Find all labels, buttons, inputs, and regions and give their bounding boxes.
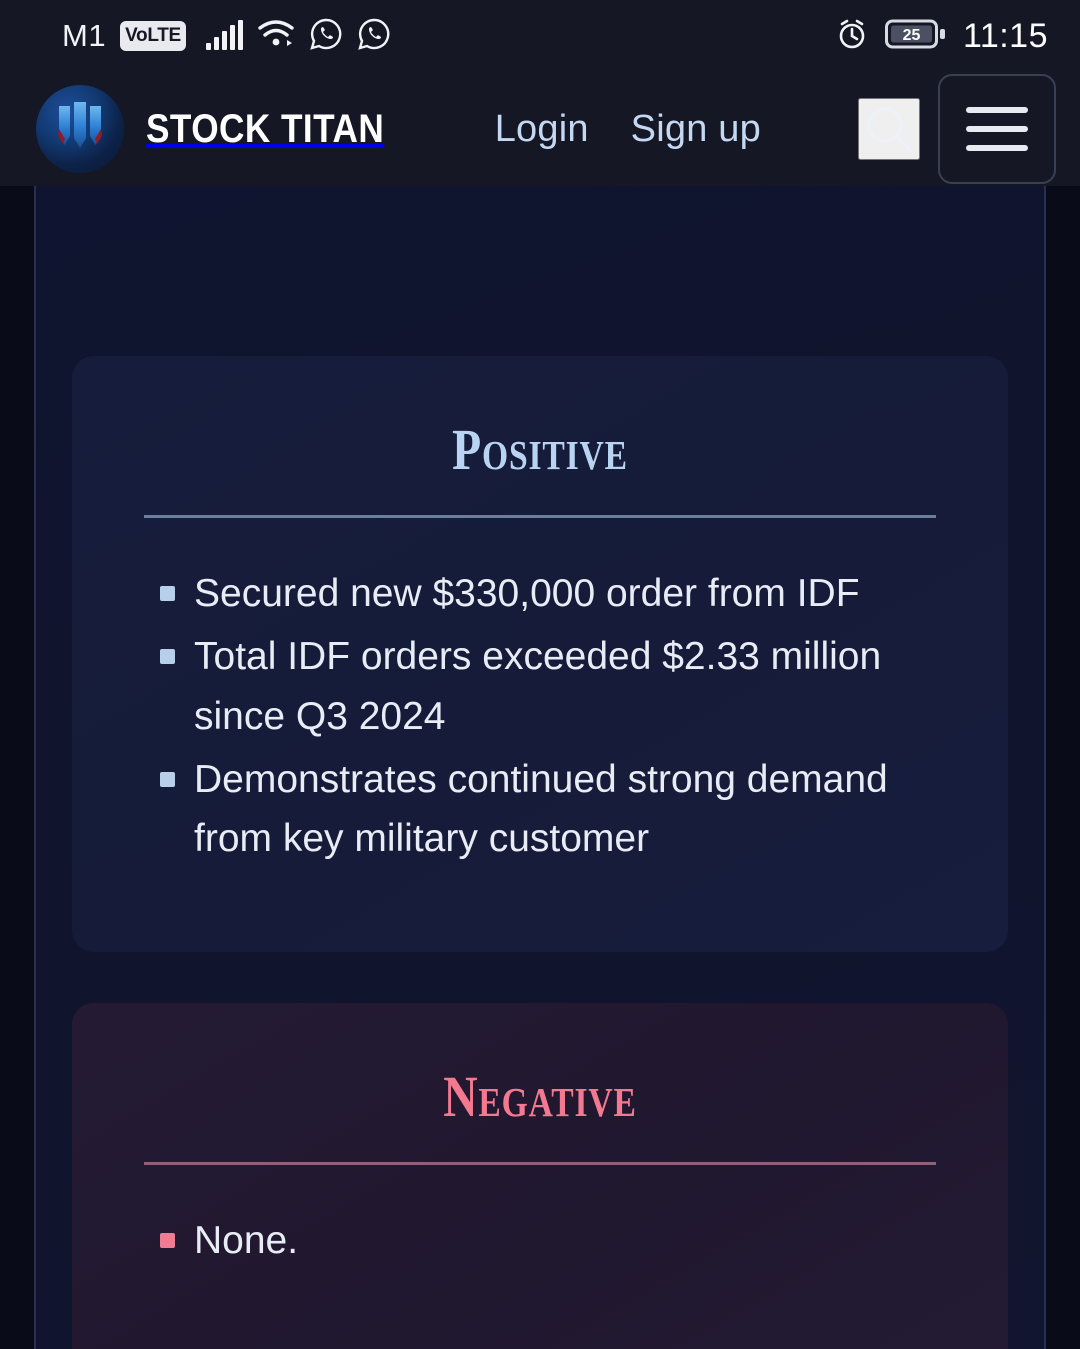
positive-card: Positive Secured new $330,000 order from… (72, 356, 1008, 952)
alarm-clock-icon (835, 17, 869, 56)
list-item: Demonstrates continued strong demand fro… (160, 750, 960, 869)
search-icon[interactable] (858, 98, 920, 160)
nav-login-link[interactable]: Login (495, 108, 589, 151)
brand-name: STOCK TITAN (146, 106, 385, 151)
whatsapp-icon (357, 17, 391, 56)
status-bar-right: 25 11:15 (835, 17, 1048, 56)
page-body: Positive Secured new $330,000 order from… (0, 186, 1080, 1349)
status-bar-left: M1 VoLTE (62, 17, 391, 56)
list-item: Secured new $330,000 order from IDF (160, 564, 960, 623)
positive-card-divider (144, 515, 936, 518)
positive-card-title: Positive (452, 417, 628, 482)
volte-badge: VoLTE (120, 21, 186, 51)
nav-links: Login Sign up (495, 108, 761, 151)
left-gutter (0, 186, 36, 1349)
clock-label: 11:15 (962, 16, 1048, 55)
wifi-icon (257, 19, 295, 54)
signal-bars-icon (205, 20, 243, 50)
positive-bullet-list: Secured new $330,000 order from IDF Tota… (72, 564, 1008, 868)
brand-home-link[interactable]: STOCK TITAN (36, 85, 417, 173)
phone-screen: M1 VoLTE 25 11:15 STOCK TITAN Login Sign… (0, 0, 1080, 1349)
svg-text:25: 25 (903, 27, 921, 44)
list-item: None. (160, 1211, 960, 1270)
nav-icons (858, 74, 1056, 184)
negative-bullet-list: None. (72, 1211, 1008, 1270)
negative-card-divider (144, 1162, 936, 1165)
hamburger-menu-icon[interactable] (938, 74, 1056, 184)
site-header: STOCK TITAN Login Sign up (0, 72, 1080, 186)
right-gutter (1044, 186, 1080, 1349)
stock-titan-logo-icon (36, 85, 124, 173)
status-bar: M1 VoLTE 25 11:15 (0, 0, 1080, 72)
list-item: Total IDF orders exceeded $2.33 million … (160, 627, 960, 746)
nav-signup-link[interactable]: Sign up (631, 108, 761, 151)
negative-card-title: Negative (443, 1064, 637, 1129)
battery-icon: 25 (884, 17, 947, 56)
negative-card: Negative None. (72, 1003, 1008, 1349)
content-column: Positive Secured new $330,000 order from… (38, 186, 1042, 1349)
carrier-label: M1 (62, 18, 107, 53)
whatsapp-icon (309, 17, 343, 56)
